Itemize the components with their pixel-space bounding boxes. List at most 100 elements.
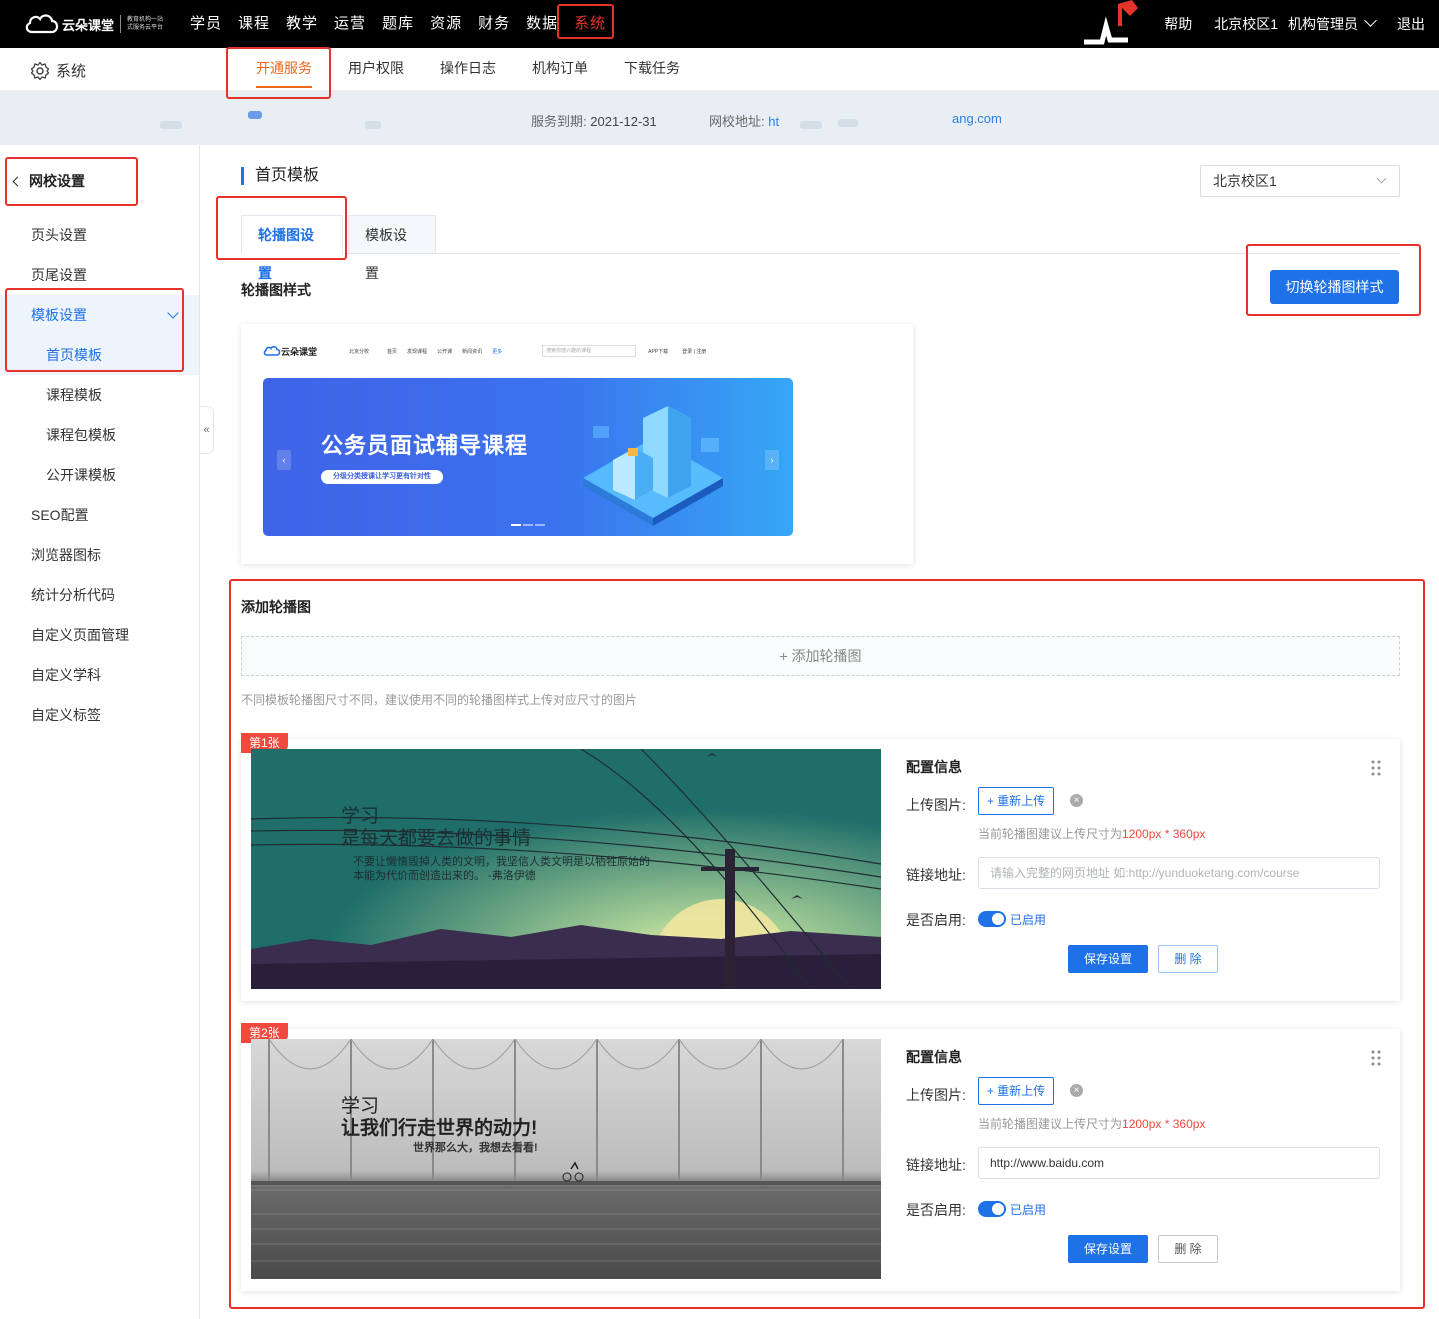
remove-image-icon[interactable]: × xyxy=(1070,1084,1083,1097)
sidebar-item-course-template[interactable]: 课程模板 xyxy=(0,375,199,415)
enable-label: 是否启用: xyxy=(906,1202,966,1218)
drag-handle-icon[interactable] xyxy=(1370,1049,1382,1067)
preview-banner: 公务员面试辅导课程 分级分类授课让学习更有针对性 ‹ › xyxy=(263,378,793,536)
nav-students[interactable]: 学员 xyxy=(182,0,230,48)
sidebar-item-open-class-template[interactable]: 公开课模板 xyxy=(0,455,199,495)
sidebar-item-footer[interactable]: 页尾设置 xyxy=(0,255,199,295)
link-url-input[interactable] xyxy=(978,1147,1380,1179)
link-label: 链接地址: xyxy=(906,867,966,883)
carousel-dots xyxy=(511,524,545,526)
chevron-right-icon: › xyxy=(765,450,779,470)
size-hint: 当前轮播图建议上传尺寸为1200px * 360px xyxy=(978,1117,1206,1131)
enable-status: 已启用 xyxy=(1010,913,1047,927)
tab-open-service[interactable]: 开通服务 xyxy=(238,48,330,91)
enable-status: 已启用 xyxy=(1010,1203,1047,1217)
carousel-size-hint: 不同模板轮播图尺寸不同，建议使用不同的轮播图样式上传对应尺寸的图片 xyxy=(241,693,638,707)
sidebar-item-header[interactable]: 页头设置 xyxy=(0,215,199,255)
cloud-logo-icon xyxy=(263,346,281,356)
nav-courses[interactable]: 课程 xyxy=(230,0,278,48)
page-title: 首页模板 xyxy=(241,167,319,185)
sidebar-item-favicon[interactable]: 浏览器图标 xyxy=(0,535,199,575)
nav-system[interactable]: 系统 xyxy=(566,0,614,48)
save-settings-button[interactable]: 保存设置 xyxy=(1068,1235,1148,1263)
reupload-button[interactable]: + 重新上传 xyxy=(978,787,1054,815)
tab-carousel-settings[interactable]: 轮播图设置 xyxy=(241,215,343,281)
top-navbar: 云朵课堂 教育机构一站 式服务云平台 学员 课程 教学 运营 题库 资源 财务 … xyxy=(0,0,1439,48)
logout-link[interactable]: 退出 xyxy=(1397,14,1425,34)
sidebar-item-custom-subjects[interactable]: 自定义学科 xyxy=(0,655,199,695)
site-address-suffix[interactable]: ang.com xyxy=(952,111,1002,126)
brand-logo[interactable]: 云朵课堂 教育机构一站 式服务云平台 xyxy=(24,8,167,40)
sidebar-item-analytics[interactable]: 统计分析代码 xyxy=(0,575,199,615)
gear-icon xyxy=(30,61,50,80)
save-settings-button[interactable]: 保存设置 xyxy=(1068,945,1148,973)
chevron-down-icon xyxy=(1364,14,1377,27)
preview-header: 云朵课堂 北京分校 首页 发现课程 公开课 新闻资讯 更多 搜索你感兴趣的课程 … xyxy=(263,340,803,362)
campus-switch[interactable]: 北京校区1 xyxy=(1214,14,1278,34)
user-menu[interactable]: 机构管理员 xyxy=(1288,14,1377,34)
nav-finance[interactable]: 财务 xyxy=(470,0,518,48)
section-label: 系统 xyxy=(30,60,86,81)
nav-resources[interactable]: 资源 xyxy=(422,0,470,48)
main-content: 首页模板 北京校区1 轮播图设置 模板设置 轮播图样式 切换轮播图样式 云朵课堂… xyxy=(201,145,1439,1319)
site-address: 网校地址: ht xyxy=(709,114,780,129)
add-carousel-title: 添加轮播图 xyxy=(241,599,311,615)
service-expire: 服务到期: 2021-12-31 xyxy=(531,114,657,129)
brand-slogan: 教育机构一站 式服务云平台 xyxy=(127,17,164,31)
upload-label: 上传图片: xyxy=(906,1087,966,1103)
sidebar-item-custom-tags[interactable]: 自定义标签 xyxy=(0,695,199,735)
reupload-button[interactable]: + 重新上传 xyxy=(978,1077,1054,1105)
delete-slide-button[interactable]: 删 除 xyxy=(1158,945,1218,973)
site-address-link[interactable]: ht xyxy=(768,114,779,129)
template-tabs: 轮播图设置 模板设置 xyxy=(241,215,1400,281)
enable-toggle[interactable] xyxy=(978,911,1006,927)
tab-operation-log[interactable]: 操作日志 xyxy=(422,48,514,91)
slide-image-background xyxy=(251,749,881,989)
drag-handle-icon[interactable] xyxy=(1370,759,1382,777)
link-label: 链接地址: xyxy=(906,1157,966,1173)
back-to-site-settings[interactable]: 网校设置 xyxy=(12,171,85,191)
carousel-slide-card: 第2张 学习 让我们行走世界的动力! 世界那么大，我想去看看! 配置信息 上传图… xyxy=(241,1023,1400,1291)
sub-nav: 开通服务 用户权限 操作日志 机构订单 下载任务 xyxy=(238,48,698,91)
tab-download-tasks[interactable]: 下载任务 xyxy=(606,48,698,91)
chevron-down-icon xyxy=(1376,173,1387,184)
nav-operations[interactable]: 运营 xyxy=(326,0,374,48)
cloud-logo-icon xyxy=(24,10,60,38)
sidebar-item-package-template[interactable]: 课程包模板 xyxy=(0,415,199,455)
slide-config: 配置信息 上传图片: + 重新上传 × 当前轮播图建议上传尺寸为1200px *… xyxy=(906,739,1400,1001)
chevron-left-icon: ‹ xyxy=(277,450,291,470)
sidebar-item-home-template[interactable]: 首页模板 xyxy=(0,335,199,375)
sidebar-item-custom-pages[interactable]: 自定义页面管理 xyxy=(0,615,199,655)
switch-carousel-style-button[interactable]: 切换轮播图样式 xyxy=(1270,270,1399,304)
config-title: 配置信息 xyxy=(906,1049,962,1065)
chevron-left-icon xyxy=(12,176,23,186)
slide-config: 配置信息 上传图片: + 重新上传 × 当前轮播图建议上传尺寸为1200px *… xyxy=(906,1029,1400,1291)
campus-select[interactable]: 北京校区1 xyxy=(1200,165,1400,197)
help-link[interactable]: 帮助 xyxy=(1164,14,1192,34)
delete-slide-button[interactable]: 删 除 xyxy=(1158,1235,1218,1263)
nav-question-bank[interactable]: 题库 xyxy=(374,0,422,48)
tab-org-orders[interactable]: 机构订单 xyxy=(514,48,606,91)
upload-label: 上传图片: xyxy=(906,797,966,813)
sidebar-item-templates[interactable]: 模板设置 xyxy=(0,295,199,335)
nav-data[interactable]: 数据 xyxy=(518,0,566,48)
carousel-slide-card: 第1张 学习 是每天都要去做的事情 不要让懒惰毁掉人类的文明，我坚信人类文明是以… xyxy=(241,733,1400,1001)
city-building-illustration xyxy=(583,406,723,526)
nav-teaching[interactable]: 教学 xyxy=(278,0,326,48)
remove-image-icon[interactable]: × xyxy=(1070,794,1083,807)
link-url-input[interactable] xyxy=(978,857,1380,889)
slide-image-background xyxy=(251,1039,881,1279)
size-hint: 当前轮播图建议上传尺寸为1200px * 360px xyxy=(978,827,1206,841)
add-carousel-button[interactable]: + 添加轮播图 xyxy=(241,636,1400,676)
service-info-bar: 服务到期: 2021-12-31 网校地址: ht ang.com xyxy=(0,91,1439,145)
enable-toggle[interactable] xyxy=(978,1201,1006,1217)
carousel-style-title: 轮播图样式 xyxy=(241,282,311,298)
carousel-style-preview: 云朵课堂 北京分校 首页 发现课程 公开课 新闻资讯 更多 搜索你感兴趣的课程 … xyxy=(241,324,913,564)
tab-template-settings[interactable]: 模板设置 xyxy=(348,215,436,281)
tab-user-permissions[interactable]: 用户权限 xyxy=(330,48,422,91)
brand-name: 云朵课堂 xyxy=(62,17,115,33)
chevron-down-icon xyxy=(167,307,179,319)
sidebar-item-seo[interactable]: SEO配置 xyxy=(0,495,199,535)
mascot-icon xyxy=(1080,0,1142,48)
top-right-actions: 帮助 北京校区1 机构管理员 退出 xyxy=(1142,0,1439,48)
